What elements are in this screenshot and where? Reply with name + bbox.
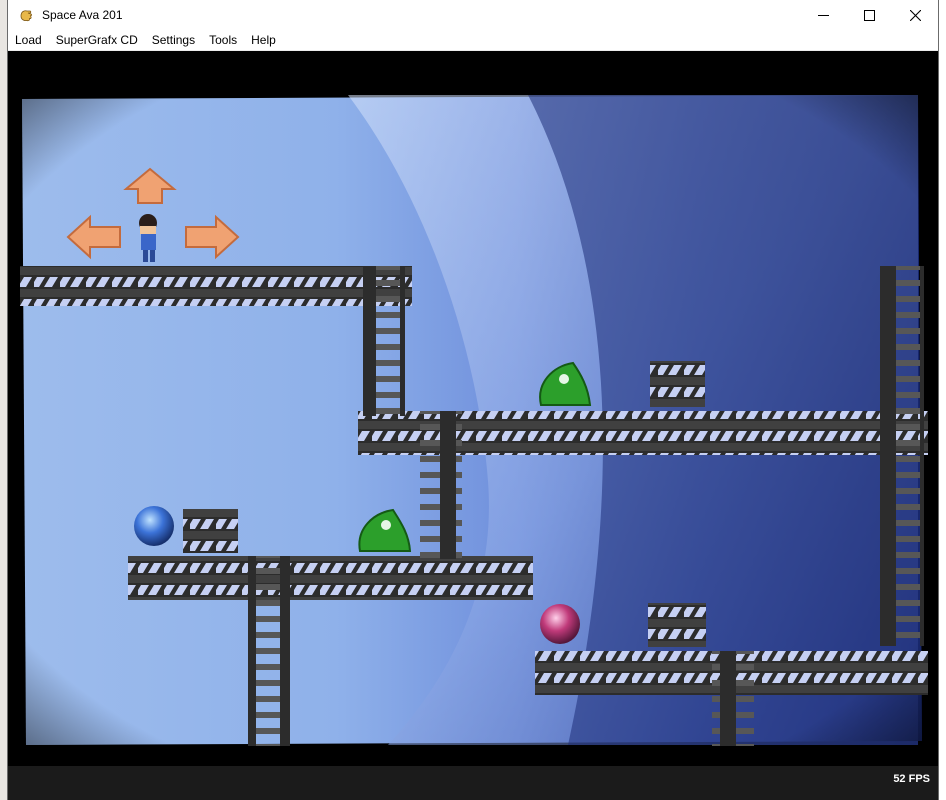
menu-supergrafx-cd[interactable]: SuperGrafx CD (49, 33, 145, 47)
status-bar: 52 FPS (8, 766, 938, 800)
maximize-icon (863, 9, 875, 21)
menu-load[interactable]: Load (8, 33, 49, 47)
orb-pink (540, 604, 580, 644)
maximize-button[interactable] (846, 0, 892, 30)
window-controls (800, 0, 938, 30)
game-screen[interactable] (8, 51, 938, 766)
close-icon (909, 9, 921, 21)
emulator-window: Space Ava 201 Load SuperGrafx CD Setting… (8, 0, 938, 800)
fps-counter: 52 FPS (893, 773, 930, 785)
title-bar[interactable]: Space Ava 201 (8, 0, 938, 30)
desktop-background-left (0, 0, 8, 800)
menu-tools[interactable]: Tools (202, 33, 244, 47)
menu-settings[interactable]: Settings (145, 33, 202, 47)
hand-icon (20, 10, 32, 22)
minimize-icon (817, 14, 829, 16)
game-scene (20, 95, 928, 746)
desktop-background-right (938, 0, 946, 800)
menu-bar: Load SuperGrafx CD Settings Tools Help (8, 30, 938, 51)
minimize-button[interactable] (800, 0, 846, 30)
orb-blue (134, 506, 174, 546)
menu-help[interactable]: Help (244, 33, 283, 47)
window-title: Space Ava 201 (42, 8, 123, 22)
close-button[interactable] (892, 0, 938, 30)
